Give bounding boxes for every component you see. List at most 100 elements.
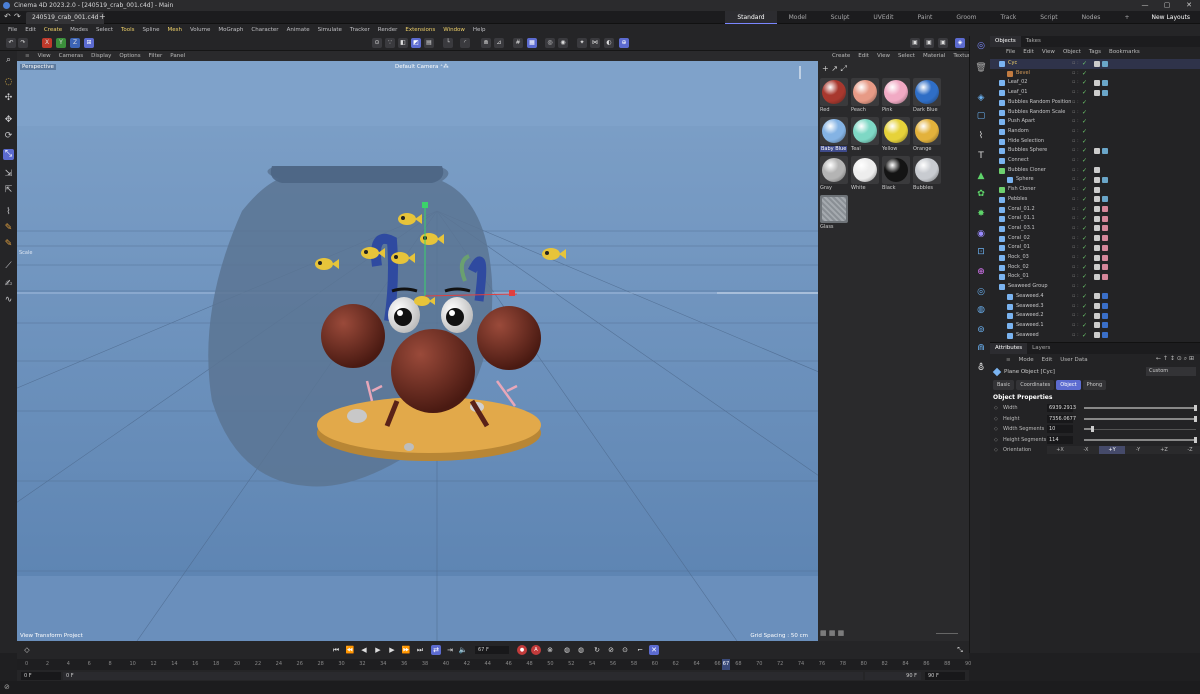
- material-tag-icon[interactable]: [1102, 264, 1108, 271]
- menu-volume[interactable]: Volume: [186, 27, 214, 33]
- tag-icon[interactable]: [1094, 303, 1100, 309]
- layer-icon[interactable]: ▫: [1072, 282, 1075, 292]
- end-frame-field[interactable]: 90 F: [925, 671, 965, 680]
- object-row[interactable]: Coral_01.1 ▫ ✓:: [990, 214, 1200, 224]
- viewport-solo-icon[interactable]: ◎: [975, 40, 987, 52]
- tag-icon[interactable]: [1094, 167, 1100, 174]
- layer-icon[interactable]: ▫: [1072, 302, 1075, 312]
- search-icon[interactable]: ⌕: [3, 55, 14, 66]
- material-tag-icon[interactable]: [1102, 254, 1108, 261]
- material-tag-icon[interactable]: [1102, 235, 1108, 242]
- material-tag-icon[interactable]: [1102, 244, 1108, 251]
- layer-icon[interactable]: ▫: [1072, 127, 1075, 137]
- object-row[interactable]: Seaweed.1 ▫ ✓:: [990, 321, 1200, 331]
- visibility-dots-icon[interactable]: :: [1077, 195, 1079, 205]
- viewport-camera-label[interactable]: Default Camera ⁺⁂: [395, 64, 449, 70]
- menu-render[interactable]: Render: [374, 27, 402, 33]
- material-swatch[interactable]: Red: [819, 77, 849, 115]
- volume-icon[interactable]: ✸: [975, 208, 987, 220]
- viewport-solo-icon[interactable]: ◐: [604, 38, 614, 48]
- play-button[interactable]: ▶: [373, 645, 383, 655]
- material-view-icons[interactable]: ▦ ▦ ▦: [820, 629, 844, 637]
- enabled-check-icon[interactable]: ✓: [1082, 69, 1087, 79]
- material-menu-edit[interactable]: Edit: [854, 53, 873, 59]
- render-view-icon[interactable]: ▣: [910, 38, 920, 48]
- solo-icon[interactable]: ◎: [545, 38, 555, 48]
- enabled-check-icon[interactable]: ✓: [1082, 253, 1087, 263]
- tag-icon[interactable]: [1094, 60, 1100, 67]
- current-frame-field[interactable]: 67 F: [475, 646, 509, 654]
- layout-tab-model[interactable]: Model: [777, 14, 819, 21]
- transform-icon[interactable]: ✣: [3, 93, 14, 104]
- layer-icon[interactable]: ▫: [1072, 253, 1075, 263]
- material-swatch[interactable]: Teal: [850, 116, 880, 154]
- sound-icon[interactable]: 🔈: [458, 645, 468, 655]
- material-menu-material[interactable]: Material: [919, 53, 949, 59]
- workplane-icon[interactable]: #: [513, 38, 523, 48]
- material-tag-icon[interactable]: [1102, 332, 1108, 339]
- enabled-check-icon[interactable]: ✓: [1082, 166, 1087, 176]
- visibility-dots-icon[interactable]: :: [1077, 292, 1079, 302]
- material-tag-icon[interactable]: [1102, 225, 1108, 232]
- web-icon[interactable]: ⊕: [619, 38, 629, 48]
- edges-mode-icon[interactable]: ◧: [398, 38, 408, 48]
- object-row[interactable]: Fish Cloner ▫ ✓:: [990, 185, 1200, 195]
- layer-icon[interactable]: ▫: [1072, 175, 1075, 185]
- symmetry-icon[interactable]: ⋈: [590, 38, 600, 48]
- layer-icon[interactable]: ▫: [1072, 195, 1075, 205]
- loop-button[interactable]: ⇄: [431, 645, 441, 655]
- axis-y-button[interactable]: Y: [56, 38, 66, 48]
- generator-icon[interactable]: ▲: [975, 170, 987, 182]
- enabled-check-icon[interactable]: ✓: [1082, 146, 1087, 156]
- menu-mograph[interactable]: MoGraph: [214, 27, 247, 33]
- keyframe-dot-icon[interactable]: ◇: [994, 414, 998, 424]
- object-menu-tags[interactable]: Tags: [1085, 49, 1105, 55]
- tag-icon[interactable]: [1094, 147, 1100, 154]
- visibility-dots-icon[interactable]: :: [1077, 253, 1079, 263]
- enabled-check-icon[interactable]: ✓: [1082, 224, 1087, 234]
- enabled-check-icon[interactable]: ✓: [1082, 292, 1087, 302]
- viewport-menu-options[interactable]: Options: [115, 53, 144, 59]
- layer-icon[interactable]: ▫: [1072, 214, 1075, 224]
- visibility-dots-icon[interactable]: :: [1077, 175, 1079, 185]
- enabled-check-icon[interactable]: ✓: [1082, 88, 1087, 98]
- scale-icon[interactable]: ⤡: [3, 149, 14, 160]
- layer-icon[interactable]: ▫: [1072, 59, 1075, 69]
- visibility-dots-icon[interactable]: :: [1077, 185, 1079, 195]
- redo-icon[interactable]: ↷: [14, 12, 21, 21]
- visibility-dots-icon[interactable]: :: [1077, 214, 1079, 224]
- material-tag-icon[interactable]: [1102, 176, 1108, 183]
- menu-file[interactable]: File: [4, 27, 21, 33]
- property-value-field[interactable]: 10: [1047, 425, 1073, 433]
- material-menu-create[interactable]: Create: [828, 53, 854, 59]
- visibility-dots-icon[interactable]: :: [1077, 88, 1079, 98]
- interpolation-icon[interactable]: ⌐: [635, 645, 645, 655]
- layer-icon[interactable]: ▫: [1072, 224, 1075, 234]
- enabled-check-icon[interactable]: ✓: [1082, 205, 1087, 215]
- new-layouts-button[interactable]: New Layouts: [1141, 14, 1200, 21]
- tag-icon[interactable]: [1094, 176, 1100, 183]
- enabled-check-icon[interactable]: ✓: [1082, 263, 1087, 273]
- material-zoom-slider[interactable]: [936, 633, 958, 634]
- magnet-icon[interactable]: ∿: [3, 295, 14, 306]
- start-frame-field[interactable]: 0 F: [21, 671, 61, 680]
- tag-icon[interactable]: [1094, 196, 1100, 203]
- move-icon[interactable]: ✥: [3, 115, 14, 126]
- layer-icon[interactable]: ▫: [1072, 137, 1075, 147]
- snap-icon[interactable]: ⋒: [481, 38, 491, 48]
- material-swatch[interactable]: Gray: [819, 155, 849, 193]
- scene-icon[interactable]: ⊚: [975, 324, 987, 336]
- visibility-dots-icon[interactable]: :: [1077, 156, 1079, 166]
- spline-pen-icon[interactable]: ⌇: [975, 130, 987, 142]
- enabled-check-icon[interactable]: ✓: [1082, 137, 1087, 147]
- visibility-dots-icon[interactable]: :: [1077, 78, 1079, 88]
- layer-icon[interactable]: ▫: [1072, 146, 1075, 156]
- keyframe-dot-icon[interactable]: ◇: [994, 445, 998, 455]
- enabled-check-icon[interactable]: ✓: [1082, 282, 1087, 292]
- object-row[interactable]: Seaweed Group ▫ ✓:: [990, 282, 1200, 292]
- object-row[interactable]: Bubbles Random Position ▫ ✓:: [990, 98, 1200, 108]
- property-slider-knob[interactable]: [1194, 405, 1197, 411]
- scale-key-icon[interactable]: ↻: [592, 645, 602, 655]
- object-menu-object[interactable]: Object: [1059, 49, 1085, 55]
- object-row[interactable]: Rock_02 ▫ ✓:: [990, 263, 1200, 273]
